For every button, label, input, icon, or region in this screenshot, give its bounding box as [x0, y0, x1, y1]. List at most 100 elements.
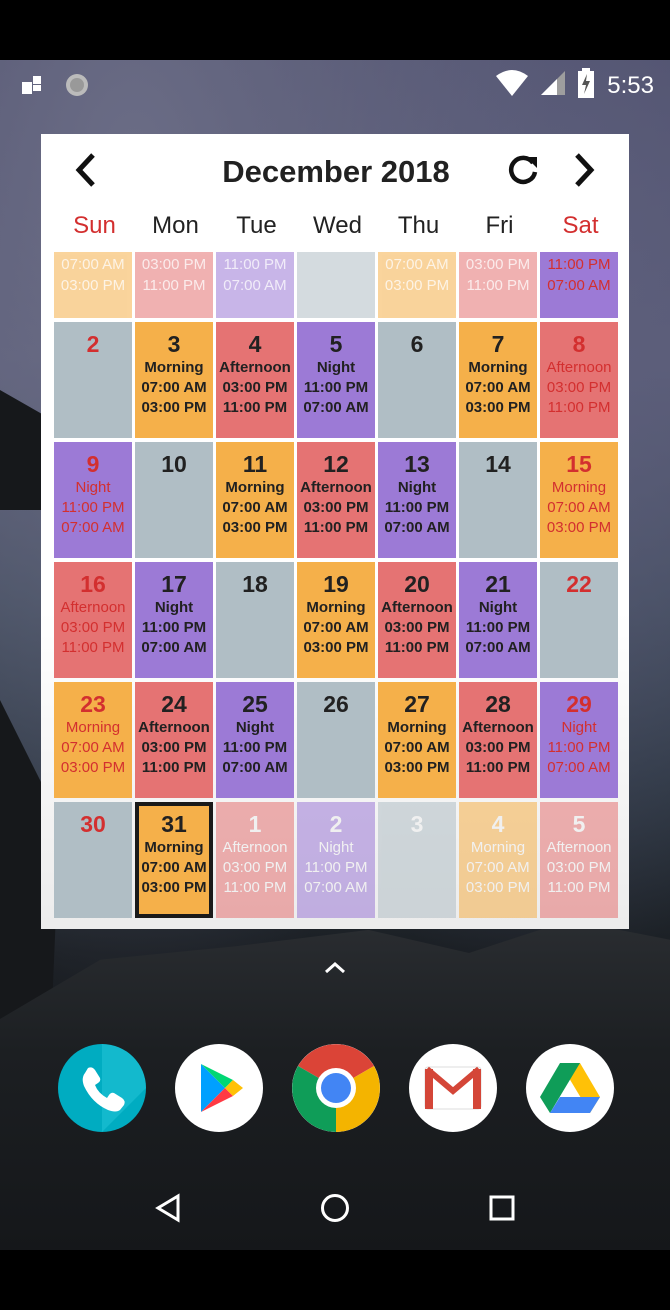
calendar-day-cell[interactable]: 17 Night 11:00 PM 07:00 AM: [135, 562, 213, 678]
calendar-day-cell[interactable]: 07:00 AM 03:00 PM: [378, 252, 456, 318]
clock: 5:53: [607, 71, 654, 99]
shift-time: 07:00 AM: [384, 519, 450, 536]
day-number: 11: [242, 451, 268, 477]
calendar-day-cell[interactable]: 18: [216, 562, 294, 678]
sync-icon: [64, 72, 90, 103]
calendar-day-cell[interactable]: 07:00 AM 03:00 PM: [54, 252, 132, 318]
shift-time: 03:00 PM: [303, 499, 369, 516]
calendar-day-cell[interactable]: 25 Night 11:00 PM 07:00 AM: [216, 682, 294, 798]
day-number: 24: [161, 691, 187, 717]
calendar-day-cell[interactable]: 14: [459, 442, 537, 558]
shift-time: 11:00 PM: [61, 639, 125, 656]
recents-button[interactable]: [482, 1190, 522, 1230]
shift-time: 07:00 AM: [222, 499, 288, 516]
back-button[interactable]: [148, 1190, 188, 1230]
day-number: 29: [566, 691, 592, 717]
home-button[interactable]: [315, 1190, 355, 1230]
calendar-day-cell[interactable]: 03:00 PM 11:00 PM: [135, 252, 213, 318]
weekday-label: Thu: [397, 212, 440, 239]
shift-time: 03:00 PM: [141, 399, 207, 416]
calendar-day-cell[interactable]: 2: [54, 322, 132, 438]
calendar-day-cell[interactable]: 13 Night 11:00 PM 07:00 AM: [378, 442, 456, 558]
calendar-day-cell[interactable]: 3: [378, 802, 456, 918]
shift-time: 07:00 AM: [141, 639, 207, 656]
calendar-day-cell[interactable]: 9 Night 11:00 PM 07:00 AM: [54, 442, 132, 558]
chrome-app-icon[interactable]: [292, 1044, 380, 1132]
weekday-label: Sun: [73, 212, 116, 239]
drive-app-icon[interactable]: [526, 1044, 614, 1132]
notification-icon: [22, 74, 44, 101]
calendar-day-cell[interactable]: 28 Afternoon 03:00 PM 11:00 PM: [459, 682, 537, 798]
shift-name: Morning: [468, 359, 528, 376]
next-month-button[interactable]: [565, 152, 605, 192]
shift-time: 03:00 PM: [60, 759, 126, 776]
refresh-button[interactable]: [503, 152, 543, 192]
calendar-day-cell[interactable]: 11:00 PM 07:00 AM: [540, 252, 618, 318]
calendar-day-cell[interactable]: 12 Afternoon 03:00 PM 11:00 PM: [297, 442, 375, 558]
shift-time: 03:00 PM: [465, 739, 531, 756]
gmail-app-icon[interactable]: [409, 1044, 497, 1132]
shift-name: Night: [318, 839, 354, 856]
day-number: 21: [485, 571, 511, 597]
shift-time: 11:00 PM: [303, 519, 369, 536]
calendar-day-cell[interactable]: 24 Afternoon 03:00 PM 11:00 PM: [135, 682, 213, 798]
calendar-day-cell[interactable]: 4 Afternoon 03:00 PM 11:00 PM: [216, 322, 294, 438]
chevron-left-icon: [71, 152, 99, 193]
calendar-day-cell[interactable]: 5 Afternoon 03:00 PM 11:00 PM: [540, 802, 618, 918]
calendar-day-cell[interactable]: 11:00 PM 07:00 AM: [216, 252, 294, 318]
calendar-day-cell[interactable]: 11 Morning 07:00 AM 03:00 PM: [216, 442, 294, 558]
weekday-header-row: Sun Mon Tue Wed Thu Fri Sat: [54, 212, 617, 248]
shift-name: Night: [316, 359, 356, 376]
shift-name: Night: [561, 719, 597, 736]
calendar-day-cell[interactable]: 5 Night 11:00 PM 07:00 AM: [297, 322, 375, 438]
shift-time: 07:00 AM: [384, 739, 450, 756]
app-drawer-arrow[interactable]: [320, 955, 350, 981]
calendar-day-cell[interactable]: 3 Morning 07:00 AM 03:00 PM: [135, 322, 213, 438]
calendar-day-cell[interactable]: 1 Afternoon 03:00 PM 11:00 PM: [216, 802, 294, 918]
chevron-up-icon: [320, 961, 350, 985]
calendar-day-cell[interactable]: 23 Morning 07:00 AM 03:00 PM: [54, 682, 132, 798]
shift-time: 03:00 PM: [141, 739, 207, 756]
shift-name: Afternoon: [138, 719, 210, 736]
day-number: 14: [485, 451, 511, 477]
calendar-day-cell[interactable]: 10: [135, 442, 213, 558]
day-number: 6: [410, 331, 424, 357]
shift-time: 03:00 PM: [465, 879, 531, 896]
calendar-day-cell[interactable]: 8 Afternoon 03:00 PM 11:00 PM: [540, 322, 618, 438]
shift-time: 11:00 PM: [547, 399, 611, 416]
day-number: 17: [161, 571, 187, 597]
calendar-day-cell[interactable]: 27 Morning 07:00 AM 03:00 PM: [378, 682, 456, 798]
calendar-day-cell[interactable]: 20 Afternoon 03:00 PM 11:00 PM: [378, 562, 456, 678]
calendar-day-cell[interactable]: 03:00 PM 11:00 PM: [459, 252, 537, 318]
calendar-day-cell[interactable]: 26: [297, 682, 375, 798]
calendar-day-cell[interactable]: 4 Morning 07:00 AM 03:00 PM: [459, 802, 537, 918]
calendar-day-cell[interactable]: 30: [54, 802, 132, 918]
calendar-day-cell[interactable]: 6: [378, 322, 456, 438]
shift-time: 11:00 PM: [304, 859, 368, 876]
calendar-day-cell[interactable]: 2 Night 11:00 PM 07:00 AM: [297, 802, 375, 918]
phone-app-icon[interactable]: [58, 1044, 146, 1132]
shift-name: Morning: [65, 719, 121, 736]
play-store-app-icon[interactable]: [175, 1044, 263, 1132]
battery-charging-icon: [577, 68, 595, 103]
shift-name: Morning: [470, 839, 526, 856]
shift-name: Night: [478, 599, 518, 616]
day-number: 12: [323, 451, 349, 477]
prev-month-button[interactable]: [65, 152, 105, 192]
calendar-day-cell[interactable]: 16 Afternoon 03:00 PM 11:00 PM: [54, 562, 132, 678]
calendar-day-cell[interactable]: 22: [540, 562, 618, 678]
calendar-day-cell[interactable]: 21 Night 11:00 PM 07:00 AM: [459, 562, 537, 678]
calendar-day-cell[interactable]: 7 Morning 07:00 AM 03:00 PM: [459, 322, 537, 438]
day-number: 2: [86, 331, 100, 357]
calendar-day-cell[interactable]: 19 Morning 07:00 AM 03:00 PM: [297, 562, 375, 678]
shift-time: 03:00 PM: [546, 859, 612, 876]
shift-name: Morning: [144, 839, 204, 856]
shift-time: 03:00 PM: [546, 519, 612, 536]
day-number: 4: [491, 811, 505, 837]
calendar-day-cell-today[interactable]: 31 Morning 07:00 AM 03:00 PM: [135, 802, 213, 918]
wifi-icon: [495, 70, 529, 101]
calendar-day-cell[interactable]: 29 Night 11:00 PM 07:00 AM: [540, 682, 618, 798]
calendar-day-cell[interactable]: [297, 252, 375, 318]
calendar-day-cell[interactable]: 15 Morning 07:00 AM 03:00 PM: [540, 442, 618, 558]
shift-time: 11:00 PM: [466, 277, 530, 294]
